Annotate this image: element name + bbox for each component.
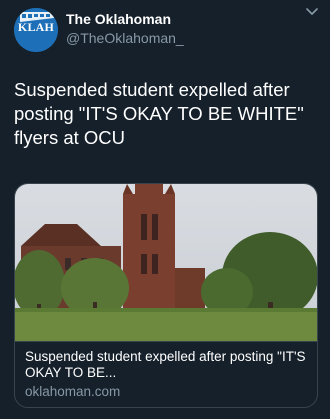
avatar[interactable]: KLAH <box>14 8 58 52</box>
tweet-text: Suspended student expelled after posting… <box>14 79 304 148</box>
link-card[interactable]: Suspended student expelled after posting… <box>14 183 318 408</box>
building-photo-image <box>15 184 317 341</box>
link-card-domain: oklahoman.com <box>25 384 121 399</box>
tweet[interactable]: KLAH The Oklahoman @TheOklahoman_ Suspen… <box>0 0 330 419</box>
link-card-body[interactable]: Suspended student expelled after posting… <box>15 341 317 407</box>
chevron-down-icon[interactable] <box>304 4 320 20</box>
link-card-title[interactable]: Suspended student expelled after posting… <box>25 349 310 381</box>
author-display-name[interactable]: The Oklahoman <box>66 11 171 27</box>
author-handle[interactable]: @TheOklahoman_ <box>66 30 184 46</box>
avatar-text: KLAH <box>17 20 55 34</box>
